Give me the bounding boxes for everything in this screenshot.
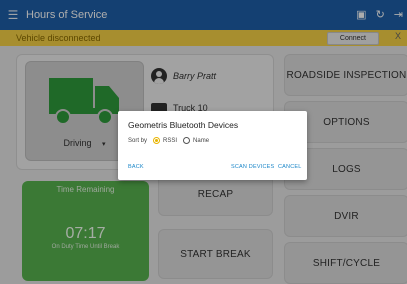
dialog-title: Geometris Bluetooth Devices	[128, 120, 239, 130]
sort-row: Sort by RSSI Name	[128, 137, 209, 144]
sort-rssi-label[interactable]: RSSI	[163, 138, 177, 144]
back-button[interactable]: BACK	[128, 164, 144, 170]
sort-rssi-radio[interactable]	[153, 137, 161, 144]
sort-name-label[interactable]: Name	[193, 138, 209, 144]
bluetooth-devices-dialog: Geometris Bluetooth Devices Sort by RSSI…	[118, 111, 307, 180]
cancel-button[interactable]: CANCEL	[278, 164, 302, 170]
sort-label: Sort by	[128, 137, 148, 144]
scan-devices-button[interactable]: SCAN DEVICES	[231, 164, 274, 170]
sort-name-radio[interactable]	[183, 137, 191, 144]
